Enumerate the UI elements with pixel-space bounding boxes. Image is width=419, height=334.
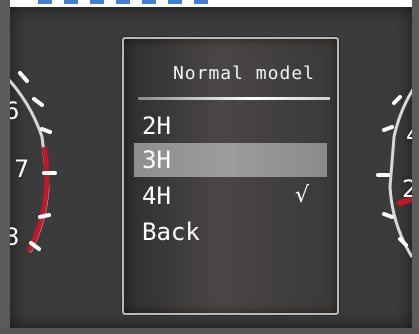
drive-mode-menu: Normal model 2H 3H 4H √ Back <box>122 37 339 315</box>
tick-mark <box>18 71 29 83</box>
menu-item-2h[interactable]: 2H <box>134 109 327 143</box>
menu-item-label: 2H <box>142 112 171 140</box>
right-gauge-label-4: 4 <box>406 123 412 147</box>
left-gauge-label-6: 6 <box>10 97 20 125</box>
menu-item-3h[interactable]: 3H <box>134 143 327 177</box>
right-gauge-label-2: 2 <box>402 175 412 203</box>
menu-title: Normal model <box>172 63 315 84</box>
blue-header-fragment <box>38 0 218 4</box>
tick-mark <box>32 97 44 107</box>
menu-item-back[interactable]: Back <box>134 215 327 249</box>
menu-item-label: 3H <box>142 146 171 174</box>
title-divider <box>138 97 330 100</box>
menu-item-label: 4H <box>142 182 171 210</box>
instrument-cluster: 6 7 8 4 2 Normal model 2H 3H 4H √ Back <box>10 7 412 328</box>
bottom-edge <box>0 328 419 334</box>
checkmark-icon: √ <box>294 183 309 208</box>
left-gauge-label-8: 8 <box>10 223 20 251</box>
menu-item-4h[interactable]: 4H √ <box>134 179 327 213</box>
right-edge <box>412 0 419 334</box>
left-gauge-label-7: 7 <box>14 155 30 183</box>
top-border-strip <box>0 0 419 7</box>
menu-item-label: Back <box>142 218 200 246</box>
left-edge <box>0 0 10 334</box>
right-gauge <box>376 88 412 258</box>
